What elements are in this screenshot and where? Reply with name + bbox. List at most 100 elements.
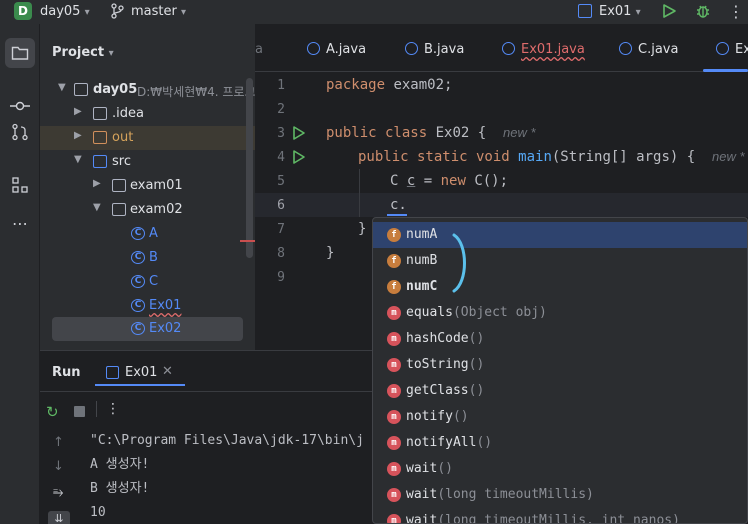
- method-icon: m: [387, 358, 401, 372]
- indent-guide: [359, 169, 360, 217]
- console-line: 10: [90, 505, 106, 520]
- run-config-selector[interactable]: Ex01 ▾: [599, 4, 641, 19]
- code-text: c.: [390, 197, 407, 213]
- close-icon[interactable]: ✕: [162, 364, 173, 379]
- line-number: 1: [277, 78, 285, 93]
- tree-node-class-a[interactable]: C A: [40, 222, 255, 246]
- project-badge[interactable]: D: [14, 2, 32, 20]
- tree-node-out[interactable]: ▶ out: [40, 126, 255, 150]
- completion-item-hashcode[interactable]: m hashCode(): [373, 326, 747, 352]
- branch-name: master: [131, 4, 177, 19]
- tab-b-java[interactable]: B.java: [405, 42, 464, 57]
- inlay-hint[interactable]: new *: [503, 125, 536, 140]
- run-gutter-icon[interactable]: [292, 125, 306, 141]
- package-icon: [112, 179, 126, 192]
- excluded-folder-icon: [93, 131, 107, 144]
- code-text: =: [415, 173, 441, 189]
- code-completion-popup[interactable]: f numA f numB f numC m equals(Object obj) mh…: [372, 217, 748, 524]
- completion-item-tostring[interactable]: m toString(): [373, 352, 747, 378]
- run-panel: Run Ex01 ✕ ↻ ⋮ ↑ ↓ ⥱ ⇊ "C:\Program Files…: [40, 350, 373, 524]
- vcs-tool-button[interactable]: [5, 117, 35, 147]
- tree-node-class-b[interactable]: C B: [40, 246, 255, 270]
- folder-icon: [11, 46, 29, 60]
- structure-tool-button[interactable]: [5, 170, 35, 200]
- debug-icon[interactable]: [694, 2, 712, 20]
- arrow-down-icon[interactable]: ↓: [53, 459, 64, 474]
- tab-label: A.java: [326, 42, 367, 57]
- completion-item-numc[interactable]: f numC: [373, 274, 747, 300]
- line-number: 2: [277, 102, 285, 117]
- tree-node-exam01[interactable]: ▶ exam01: [40, 174, 255, 198]
- method-icon: m: [387, 384, 401, 398]
- completion-label: wait(): [406, 461, 453, 476]
- tree-label: day05: [93, 82, 138, 97]
- code-text: Ex02 {: [427, 125, 487, 141]
- panel-title[interactable]: Project ▾: [52, 45, 114, 60]
- tree-node-src[interactable]: ▼ src: [40, 150, 255, 174]
- folder-icon: [93, 107, 107, 120]
- completion-item-numa[interactable]: f numA: [373, 222, 747, 248]
- text-cursor: [387, 214, 407, 216]
- method-icon: m: [387, 488, 401, 502]
- class-icon: [307, 42, 320, 55]
- project-tool-button[interactable]: [5, 38, 35, 68]
- main-class-icon: [502, 42, 515, 55]
- more-tools-icon[interactable]: ⋯: [5, 208, 35, 238]
- tree-node-exam02[interactable]: ▼ exam02: [40, 198, 255, 222]
- run-config-icon: [106, 366, 119, 379]
- tab-ex01-java[interactable]: Ex01.java: [502, 42, 585, 57]
- run-icon[interactable]: [661, 3, 677, 19]
- console-output[interactable]: "C:\Program Files\Java\jdk-17\bin\j A 생성…: [90, 429, 364, 520]
- field-icon: f: [387, 228, 401, 242]
- code-line-3: public class Ex02 { new *: [326, 121, 536, 145]
- tree-label: out: [112, 130, 134, 145]
- keyword: public static void: [358, 149, 510, 165]
- tab-a-java[interactable]: A.java: [307, 42, 366, 57]
- tab-label: B.java: [424, 42, 465, 57]
- scroll-to-end-icon[interactable]: ⇊: [48, 511, 70, 524]
- project-switcher[interactable]: day05 ▾: [40, 4, 90, 19]
- tree-label: exam02: [130, 202, 183, 217]
- run-gutter-icon[interactable]: [292, 149, 306, 165]
- tree-node-class-ex01[interactable]: C Ex01: [40, 294, 255, 318]
- tree-node-class-c[interactable]: C C: [40, 270, 255, 294]
- error-marker: [240, 240, 255, 242]
- tab-partial[interactable]: a: [255, 42, 263, 57]
- completion-item-notifyall[interactable]: m notifyAll(): [373, 430, 747, 456]
- chevron-down-icon: ▾: [635, 7, 641, 18]
- arrow-up-icon[interactable]: ↑: [53, 435, 64, 450]
- more-actions-icon[interactable]: ⋮: [106, 401, 120, 417]
- tree-node-idea[interactable]: ▶ .idea: [40, 102, 255, 126]
- completion-item-wait-timeout[interactable]: m wait(long timeoutMillis): [373, 482, 747, 508]
- run-tab-label: Ex01: [125, 365, 158, 380]
- rerun-icon[interactable]: ↻: [46, 403, 59, 421]
- chevron-down-icon: ▼: [74, 154, 82, 165]
- editor-gutter: 1 2 3 4 5 6 7 8 9: [255, 72, 317, 350]
- more-actions-icon[interactable]: ⋮: [728, 2, 745, 21]
- soft-wrap-icon[interactable]: ⥱: [53, 485, 63, 500]
- keyword: package: [326, 77, 386, 93]
- completion-item-wait[interactable]: m wait(): [373, 456, 747, 482]
- completion-item-notify[interactable]: m notify(): [373, 404, 747, 430]
- tab-label: Ex01.java: [521, 42, 585, 57]
- main-class-icon: [716, 42, 729, 55]
- completion-item-getclass[interactable]: m getClass(): [373, 378, 747, 404]
- tab-c-java[interactable]: C.java: [619, 42, 678, 57]
- completion-item-numb[interactable]: f numB: [373, 248, 747, 274]
- code-text: }: [358, 221, 367, 237]
- inlay-hint[interactable]: new *: [712, 149, 745, 164]
- stop-icon[interactable]: [74, 406, 85, 417]
- keyword: public class: [326, 125, 428, 141]
- completion-item-wait-nanos[interactable]: m wait(long timeoutMillis, int nanos): [373, 508, 747, 523]
- chevron-right-icon: ▶: [74, 106, 82, 117]
- divider: [96, 401, 97, 417]
- scrollbar[interactable]: [246, 78, 253, 258]
- tree-node-class-ex02[interactable]: C Ex02: [52, 317, 243, 341]
- branch-switcher[interactable]: master ▾: [131, 4, 186, 19]
- tab-ex02-java[interactable]: Ex: [716, 42, 748, 57]
- active-tab-indicator: [95, 384, 185, 386]
- tool-window-bar: ⋯: [0, 24, 40, 524]
- tree-node-day05[interactable]: ▼ day05 D:₩박세현₩4. 프로그: [40, 78, 255, 102]
- completion-item-equals[interactable]: m equals(Object obj): [373, 300, 747, 326]
- code-text: }: [326, 245, 335, 261]
